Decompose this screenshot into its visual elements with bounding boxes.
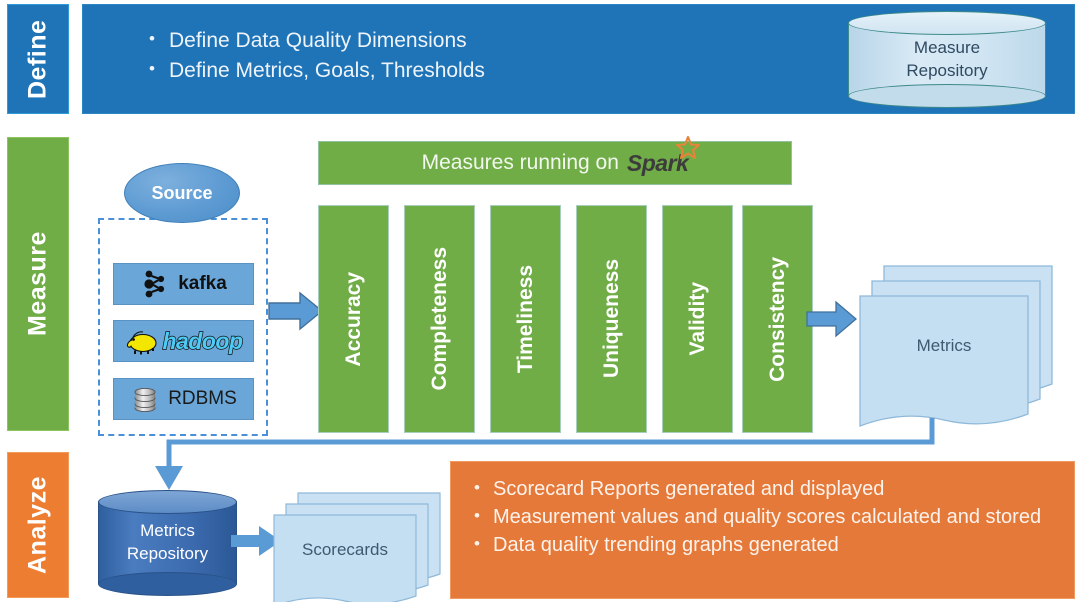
source-tile-kafka[interactable]: kafka: [113, 263, 254, 305]
metrics-label: Metrics: [860, 296, 1028, 396]
measure-repository-cylinder: Measure Repository: [848, 11, 1046, 108]
analyze-panel: • Scorecard Reports generated and displa…: [450, 461, 1075, 599]
scorecards-document-stack: Scorecards: [272, 490, 444, 603]
source-label: Source: [151, 182, 213, 203]
analyze-bullet-item: • Scorecard Reports generated and displa…: [461, 475, 1062, 503]
metrics-repository-line2: Repository: [126, 544, 209, 563]
source-tile-hadoop-label: hadoop: [162, 327, 244, 354]
measure-repository-line1: Measure: [913, 37, 981, 57]
scorecards-label: Scorecards: [274, 515, 416, 585]
analyze-bullet-item: • Data quality trending graphs generated: [461, 531, 1062, 559]
metrics-label-text: Metrics: [916, 336, 972, 355]
arrow-sources-to-dimensions: [268, 291, 324, 331]
hadoop-icon: [127, 331, 158, 355]
analyze-bullet-list: • Scorecard Reports generated and displa…: [461, 475, 1062, 559]
spark-banner-text: Measures running on: [421, 151, 619, 174]
diagram-canvas: Define • Define Data Quality Dimensions …: [0, 0, 1080, 603]
analyze-bullet-text-3: Data quality trending graphs generated: [493, 534, 839, 556]
stage-label-analyze-text: Analyze: [23, 476, 52, 574]
source-ellipse: Source: [124, 163, 240, 223]
bullet-glyph: •: [474, 534, 480, 553]
dimension-column-timeliness[interactable]: Timeliness: [490, 205, 561, 433]
dimension-column-completeness[interactable]: Completeness: [404, 205, 475, 433]
database-icon: [134, 387, 156, 413]
dimension-label: Consistency: [765, 256, 789, 382]
spark-banner: Measures running on Spark: [318, 135, 792, 185]
spark-brand: Spark: [627, 135, 701, 177]
dimension-label: Uniqueness: [599, 259, 623, 379]
source-tile-hadoop[interactable]: hadoop: [113, 320, 254, 362]
dimension-label: Validity: [685, 282, 709, 356]
dimension-column-uniqueness[interactable]: Uniqueness: [576, 205, 647, 433]
metrics-repository-line1: Metrics: [140, 521, 195, 541]
source-tile-kafka-label: kafka: [178, 273, 227, 294]
dimension-column-consistency[interactable]: Consistency: [742, 205, 813, 433]
stage-label-analyze: Analyze: [7, 452, 69, 598]
measure-repository-label: Measure Repository: [848, 11, 1046, 108]
analyze-bullet-text-2: Measurement values and quality scores ca…: [493, 506, 1042, 528]
measure-repository-line2: Repository: [906, 60, 988, 80]
bullet-glyph: •: [474, 506, 480, 525]
analyze-bullet-item: • Measurement values and quality scores …: [461, 503, 1062, 531]
metrics-document-stack: Metrics: [856, 262, 1056, 427]
dimension-label: Accuracy: [341, 271, 365, 367]
stage-label-define-text: Define: [23, 19, 52, 99]
dimension-label: Completeness: [427, 247, 451, 391]
metrics-repository-cylinder: Metrics Repository: [98, 490, 237, 596]
source-tile-rdbms[interactable]: RDBMS: [113, 378, 254, 420]
analyze-bullet-text-1: Scorecard Reports generated and displaye…: [493, 478, 885, 500]
bullet-glyph: •: [149, 58, 155, 78]
dimension-column-accuracy[interactable]: Accuracy: [318, 205, 389, 433]
source-tile-rdbms-label: RDBMS: [168, 388, 237, 409]
stage-label-measure-text: Measure: [23, 231, 52, 337]
arrow-dimensions-to-metrics: [806, 300, 858, 338]
dimension-label: Timeliness: [513, 264, 537, 374]
scorecards-label-text: Scorecards: [302, 540, 388, 559]
metrics-repository-label: Metrics Repository: [98, 490, 237, 596]
dimension-column-validity[interactable]: Validity: [662, 205, 733, 433]
kafka-icon: [144, 270, 165, 298]
stage-label-measure: Measure: [7, 137, 69, 431]
bullet-glyph: •: [474, 478, 480, 497]
stage-label-define: Define: [7, 4, 69, 114]
spark-star-icon: [676, 135, 701, 159]
bullet-glyph: •: [149, 29, 155, 48]
